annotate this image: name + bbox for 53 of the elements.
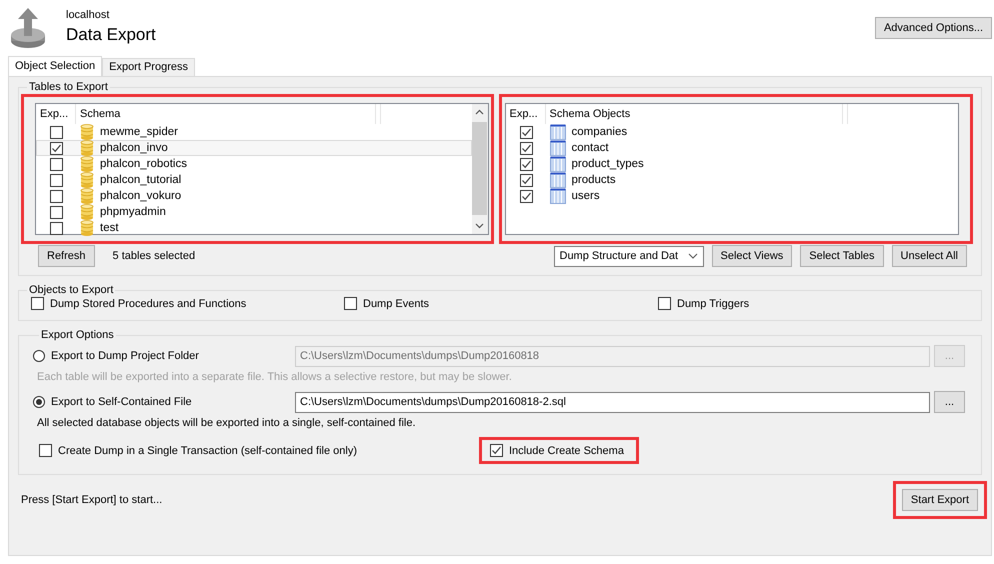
schema-name: phalcon_tutorial — [100, 174, 182, 186]
schema-row[interactable]: phalcon_vokuro — [36, 188, 472, 204]
group-title: Objects to Export — [28, 284, 114, 296]
checkbox-label: Create Dump in a Single Transaction (self-contained file only) — [58, 444, 357, 456]
selection-count: 5 tables selected — [112, 250, 196, 262]
group-title: Export Options — [40, 329, 115, 341]
schema-name: phalcon_vokuro — [100, 190, 182, 202]
table-name: companies — [572, 126, 628, 138]
page-title: Data Export — [66, 25, 156, 45]
browse-button[interactable]: ... — [934, 391, 965, 413]
select-button[interactable]: Select Views — [712, 245, 792, 267]
tab[interactable]: Export Progress — [102, 58, 195, 76]
table-row[interactable]: products — [506, 172, 942, 188]
schema-row[interactable]: test — [36, 220, 472, 236]
dump-mode-dropdown[interactable]: Dump Structure and Dat — [554, 246, 704, 266]
schema-row[interactable]: phalcon_tutorial — [36, 172, 472, 188]
schema-name: test — [100, 222, 119, 234]
select-button[interactable]: Select Tables — [800, 245, 884, 267]
path-field[interactable]: C:\Users\lzm\Documents\dumps\Dump20160818-2.sql — [295, 392, 930, 412]
select-button[interactable]: Unselect All — [892, 245, 967, 267]
radio-label: Export to Self-Contained File — [51, 396, 192, 408]
radio-label: Export to Dump Project Folder — [51, 350, 199, 362]
advanced-options-button[interactable]: Advanced Options... — [874, 17, 992, 39]
schema-row[interactable]: phpmyadmin — [36, 204, 472, 220]
status-text: Press [Start Export] to start... — [21, 494, 162, 506]
column-header[interactable]: Exp... — [36, 104, 76, 124]
column-header[interactable]: Exp... — [506, 104, 546, 124]
tab[interactable]: Object Selection — [8, 56, 102, 76]
checkbox-label: Dump Events — [363, 298, 430, 310]
refresh-button[interactable]: Refresh — [38, 245, 95, 267]
schema-row[interactable]: phalcon_invo — [36, 140, 472, 156]
group-title: Tables to Export — [28, 81, 109, 93]
checkbox-label: Include Create Schema — [509, 444, 624, 456]
table-row[interactable]: companies — [506, 124, 942, 140]
table-row[interactable]: contact — [506, 140, 942, 156]
table-name: users — [572, 190, 600, 202]
option-description: All selected database objects will be exported into a single, self-contained file. — [37, 417, 417, 429]
start-export-button[interactable]: Start Export — [902, 489, 978, 511]
checkbox-label: Dump Triggers — [677, 298, 750, 310]
option-description: Each table will be exported into a separate file. This allows a selective restore, but may be slower. — [37, 371, 513, 383]
schema-name: phalcon_invo — [100, 142, 168, 154]
table-row[interactable]: product_types — [506, 156, 942, 172]
table-name: product_types — [572, 158, 644, 170]
schema-name: phalcon_robotics — [100, 158, 187, 170]
table-row[interactable]: users — [506, 188, 942, 204]
schema-name: phpmyadmin — [100, 206, 166, 218]
schema-name: mewme_spider — [100, 126, 178, 138]
checkbox-label: Dump Stored Procedures and Functions — [50, 298, 246, 310]
connection-name: localhost — [66, 9, 110, 21]
schema-row[interactable]: mewme_spider — [36, 124, 472, 140]
schema-row[interactable]: phalcon_robotics — [36, 156, 472, 172]
table-name: products — [572, 174, 616, 186]
table-name: contact — [572, 142, 609, 154]
